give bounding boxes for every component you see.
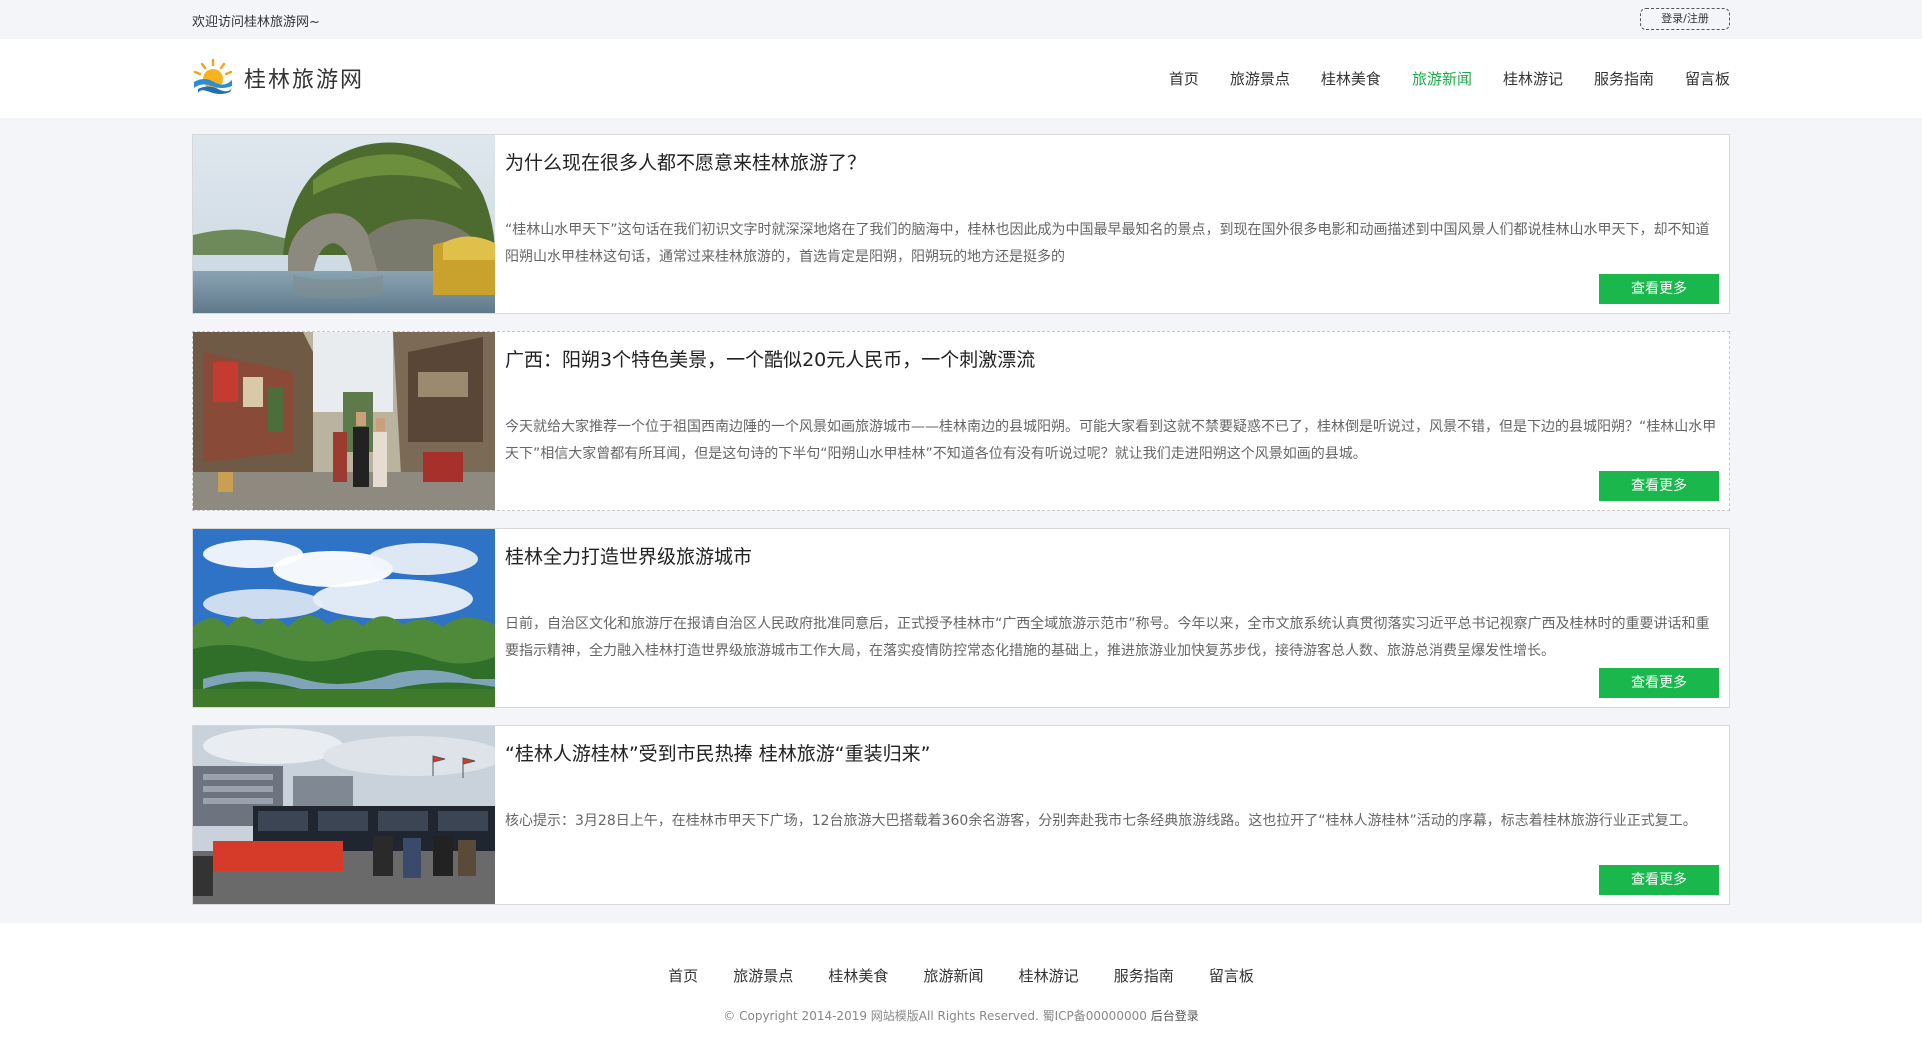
- footer-nav-message-board[interactable]: 留言板: [1209, 965, 1254, 986]
- footer-nav: 首页 旅游景点 桂林美食 旅游新闻 桂林游记 服务指南 留言板: [0, 965, 1922, 986]
- tour-bus-crowd-image: [193, 726, 495, 904]
- news-list: 为什么现在很多人都不愿意来桂林旅游了？ “桂林山水甲天下”这句话在我们初识文字时…: [192, 134, 1730, 922]
- news-summary: 核心提示：3月28日上午，在桂林市甲天下广场，12台旅游大巴搭载着360余名游客…: [505, 813, 1697, 829]
- yangshuo-street-image: [193, 332, 495, 510]
- site-footer: 首页 旅游景点 桂林美食 旅游新闻 桂林游记 服务指南 留言板 © Copyri…: [0, 923, 1922, 1042]
- admin-login-link[interactable]: 后台登录: [1151, 1009, 1199, 1023]
- nav-attractions[interactable]: 旅游景点: [1230, 68, 1290, 89]
- main-nav: 首页 旅游景点 桂林美食 旅游新闻 桂林游记 服务指南 留言板: [1138, 39, 1730, 118]
- view-more-button[interactable]: 查看更多: [1599, 471, 1719, 501]
- view-more-button[interactable]: 查看更多: [1599, 865, 1719, 895]
- nav-food[interactable]: 桂林美食: [1321, 68, 1381, 89]
- view-more-button[interactable]: 查看更多: [1599, 668, 1719, 698]
- news-card: “桂林人游桂林”受到市民热捧 桂林旅游“重装归来” 核心提示：3月28日上午，在…: [192, 725, 1730, 905]
- nav-travelogues[interactable]: 桂林游记: [1503, 68, 1563, 89]
- news-card: 广西：阳朔3个特色美景，一个酷似20元人民币，一个刺激漂流 今天就给大家推荐一个…: [192, 331, 1730, 511]
- footer-nav-service-guide[interactable]: 服务指南: [1114, 965, 1174, 986]
- news-thumbnail[interactable]: [193, 332, 495, 510]
- login-register-button[interactable]: 登录/注册: [1640, 8, 1730, 30]
- site-name: 桂林旅游网: [244, 68, 365, 93]
- footer-nav-travelogues[interactable]: 桂林游记: [1019, 965, 1079, 986]
- view-more-button[interactable]: 查看更多: [1599, 274, 1719, 304]
- top-bar: 欢迎访问桂林旅游网~ 登录/注册: [0, 0, 1922, 39]
- karst-landscape-image: [193, 529, 495, 707]
- site-header: 桂林旅游网 首页 旅游景点 桂林美食 旅游新闻 桂林游记 服务指南 留言板: [0, 39, 1922, 118]
- news-summary: 今天就给大家推荐一个位于祖国西南边陲的一个风景如画旅游城市——桂林南边的县城阳朔…: [505, 419, 1717, 462]
- copyright: © Copyright 2014-2019 网站模版All Rights Res…: [0, 1007, 1922, 1024]
- nav-message-board[interactable]: 留言板: [1685, 68, 1730, 89]
- footer-nav-food[interactable]: 桂林美食: [828, 965, 888, 986]
- news-thumbnail[interactable]: [193, 135, 495, 313]
- news-summary: “桂林山水甲天下”这句话在我们初识文字时就深深地烙在了我们的脑海中，桂林也因此成…: [505, 222, 1710, 265]
- footer-nav-home[interactable]: 首页: [668, 965, 698, 986]
- footer-nav-attractions[interactable]: 旅游景点: [733, 965, 793, 986]
- copyright-text: © Copyright 2014-2019 网站模版All Rights Res…: [723, 1009, 1147, 1023]
- news-title[interactable]: 广西：阳朔3个特色美景，一个酷似20元人民币，一个刺激漂流: [505, 345, 1717, 372]
- elephant-trunk-hill-image: [193, 135, 495, 313]
- welcome-text: 欢迎访问桂林旅游网~: [192, 15, 320, 30]
- nav-news[interactable]: 旅游新闻: [1412, 68, 1472, 89]
- news-title[interactable]: “桂林人游桂林”受到市民热捧 桂林旅游“重装归来”: [505, 739, 1717, 766]
- nav-home[interactable]: 首页: [1169, 68, 1199, 89]
- footer-nav-news[interactable]: 旅游新闻: [923, 965, 983, 986]
- news-card: 为什么现在很多人都不愿意来桂林旅游了？ “桂林山水甲天下”这句话在我们初识文字时…: [192, 134, 1730, 314]
- site-logo[interactable]: 桂林旅游网: [192, 58, 364, 98]
- nav-service-guide[interactable]: 服务指南: [1594, 68, 1654, 89]
- news-thumbnail[interactable]: [193, 726, 495, 904]
- news-title[interactable]: 为什么现在很多人都不愿意来桂林旅游了？: [505, 148, 1717, 175]
- sun-wave-logo-icon: [193, 58, 233, 94]
- news-title[interactable]: 桂林全力打造世界级旅游城市: [505, 542, 1717, 569]
- news-thumbnail[interactable]: [193, 529, 495, 707]
- news-card: 桂林全力打造世界级旅游城市 日前，自治区文化和旅游厅在报请自治区人民政府批准同意…: [192, 528, 1730, 708]
- news-summary: 日前，自治区文化和旅游厅在报请自治区人民政府批准同意后，正式授予桂林市“广西全域…: [505, 616, 1710, 659]
